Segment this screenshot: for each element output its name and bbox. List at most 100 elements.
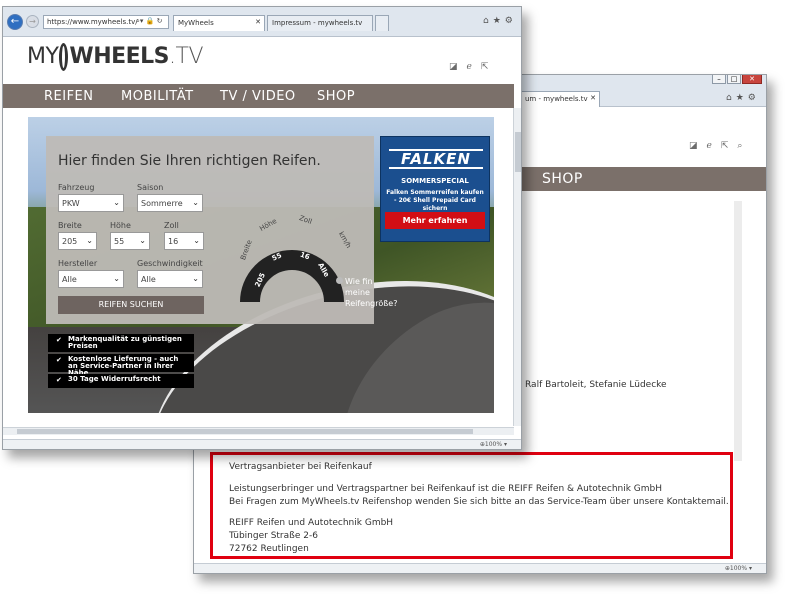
zoll-select[interactable]: 16 ⌄ [164,232,204,250]
search-icon[interactable]: ⌕ [737,141,751,151]
favorites-star-icon[interactable]: ★ [736,93,748,103]
nav-reifen[interactable]: REIFEN [44,89,94,104]
chevron-down-icon: ⌄ [192,198,199,207]
search-icon[interactable]: ⌕▾ [136,17,143,25]
hersteller-value: Alle [62,275,77,284]
logo-my: MY [27,44,59,69]
geschwindigkeit-select[interactable]: Alle ⌄ [137,270,203,288]
checkmark-icon: ✔ [56,376,62,384]
benefit-return: ✔ 30 Tage Widerrufsrecht [48,374,194,388]
falken-ad-banner[interactable]: FALKEN SOMMERSPECIAL Falken Sommerreifen… [380,136,490,242]
address-bar-icons: ⌕▾ 🔒 ↻ [136,17,163,26]
fahrzeug-value: PKW [62,199,80,208]
hoehe-select[interactable]: 55 ⌄ [110,232,150,250]
zoom-level[interactable]: 100% [485,441,502,448]
e-logo-icon[interactable]: ℯ [467,62,481,72]
minimize-icon[interactable]: – [712,75,726,84]
fahrzeug-label: Fahrzeug [58,183,95,192]
breite-value: 205 [62,237,78,246]
hint-line3: Reifengröße? [345,299,398,308]
chevron-down-icon: ⌄ [193,236,200,245]
close-icon[interactable]: ✕ [742,75,762,84]
lock-icon[interactable]: 🔒 [146,17,155,25]
back-arrow-icon[interactable]: ← [7,14,23,30]
tire-size-hint[interactable]: Wie fin meine Reifengröße? [336,276,397,309]
saison-select[interactable]: Sommerre ⌄ [137,194,203,212]
hint-line1: Wie fin [345,277,373,286]
benefit-quality: ✔ Markenqualität zu günstigen Preisen [48,334,194,352]
settings-gear-icon[interactable]: ⚙ [505,16,517,26]
ad-text: Falken Sommerreifen kaufen - 20€ Shell P… [386,189,484,212]
hoehe-label: Höhe [110,221,131,230]
nav-tv-video[interactable]: TV / VIDEO [220,89,296,104]
tab-close-icon[interactable]: ✕ [590,94,596,102]
checkmark-icon: ✔ [56,336,62,344]
geschwindigkeit-label: Geschwindigkeit [137,259,203,268]
benefit-text: 30 Tage Widerrufsrecht [68,375,161,383]
forward-arrow-icon[interactable]: → [26,15,39,28]
back-status-bar: ⊕100% ▾ [194,563,766,573]
falken-logo: FALKEN [389,149,483,169]
mywheels-logo[interactable]: MY WHEELS.TV [27,43,204,71]
hoehe-value: 55 [114,237,125,246]
benefit-delivery: ✔ Kostenlose Lieferung - auch an Service-… [48,354,194,377]
nav-shop[interactable]: SHOP [542,171,583,187]
home-icon[interactable]: ⌂ [726,93,736,103]
breite-label: Breite [58,221,82,230]
nav-shop[interactable]: SHOP [317,89,355,104]
tire-finder-panel: Hier finden Sie Ihren richtigen Reifen. … [46,136,374,324]
arrow-circle-icon [336,277,343,284]
reifen-suchen-button[interactable]: REIFEN SUCHEN [58,296,204,314]
zoll-label: Zoll [164,221,179,230]
hersteller-label: Hersteller [58,259,98,268]
prosieben-icon[interactable]: ◪ [689,141,707,151]
home-icon[interactable]: ⌂ [483,16,493,26]
tab-impressum[interactable]: Impressum - mywheels.tv [267,15,373,31]
maximize-icon[interactable]: □ [727,75,741,84]
tab-close-icon[interactable]: ✕ [255,18,261,26]
tab-mywheels[interactable]: MyWheels ✕ [173,15,265,31]
front-main-nav: REIFEN MOBILITÄT TV / VIDEO SHOP [3,84,514,108]
saison-value: Sommerre [141,199,183,208]
chevron-down-icon: ⌄ [113,198,120,207]
logo-wheels: WHEELS [69,44,170,69]
front-toolbar-icons: ⌂★⚙ [483,16,517,26]
scroll-h-thumb[interactable] [17,429,473,434]
highlight-box [210,452,733,559]
checkmark-icon: ✔ [56,356,62,364]
mehr-erfahren-button[interactable]: Mehr erfahren [385,212,485,229]
back-tab-impressum[interactable]: um - mywheels.tv ✕ [520,91,600,107]
zoll-value: 16 [168,237,179,246]
front-social-icons: ◪ℯ⇱ [449,62,497,72]
url-text: https://www.mywheels.tv/ [47,18,138,26]
breite-select[interactable]: 205 ⌄ [58,232,97,250]
share-icon[interactable]: ⇱ [721,141,738,151]
settings-gear-icon[interactable]: ⚙ [748,93,760,103]
finder-heading: Hier finden Sie Ihren richtigen Reifen. [58,153,321,169]
nav-mobilitaet[interactable]: MOBILITÄT [121,89,194,104]
new-tab-button[interactable] [375,15,389,31]
refresh-icon[interactable]: ↻ [157,17,163,25]
ad-special: SOMMERSPECIAL [401,177,469,185]
fahrzeug-select[interactable]: PKW ⌄ [58,194,124,212]
share-icon[interactable]: ⇱ [481,62,498,72]
hersteller-select[interactable]: Alle ⌄ [58,270,124,288]
favorites-star-icon[interactable]: ★ [493,16,505,26]
logo-tv: .TV [169,44,204,69]
front-horizontal-scrollbar[interactable] [3,427,514,435]
chevron-down-icon: ⌄ [113,274,120,283]
front-vertical-scrollbar[interactable] [513,108,521,426]
back-social-icons: ◪ℯ⇱⌕ [689,141,751,151]
tab-label: MyWheels [178,19,214,27]
tire-logo-icon [59,43,69,71]
hint-line2: meine [345,288,370,297]
tire-size-gauge [240,250,344,303]
geschwindigkeit-value: Alle [141,275,156,284]
front-browser-chrome: ← → https://www.mywheels.tv/ ⌕▾ 🔒 ↻ MyWh… [3,7,521,37]
chevron-down-icon: ⌄ [139,236,146,245]
prosieben-icon[interactable]: ◪ [449,62,467,72]
e-logo-icon[interactable]: ℯ [707,141,721,151]
scroll-thumb[interactable] [515,132,521,172]
zoom-level[interactable]: 100% [730,565,747,572]
back-toolbar-icons: ⌂★⚙ [726,93,760,103]
